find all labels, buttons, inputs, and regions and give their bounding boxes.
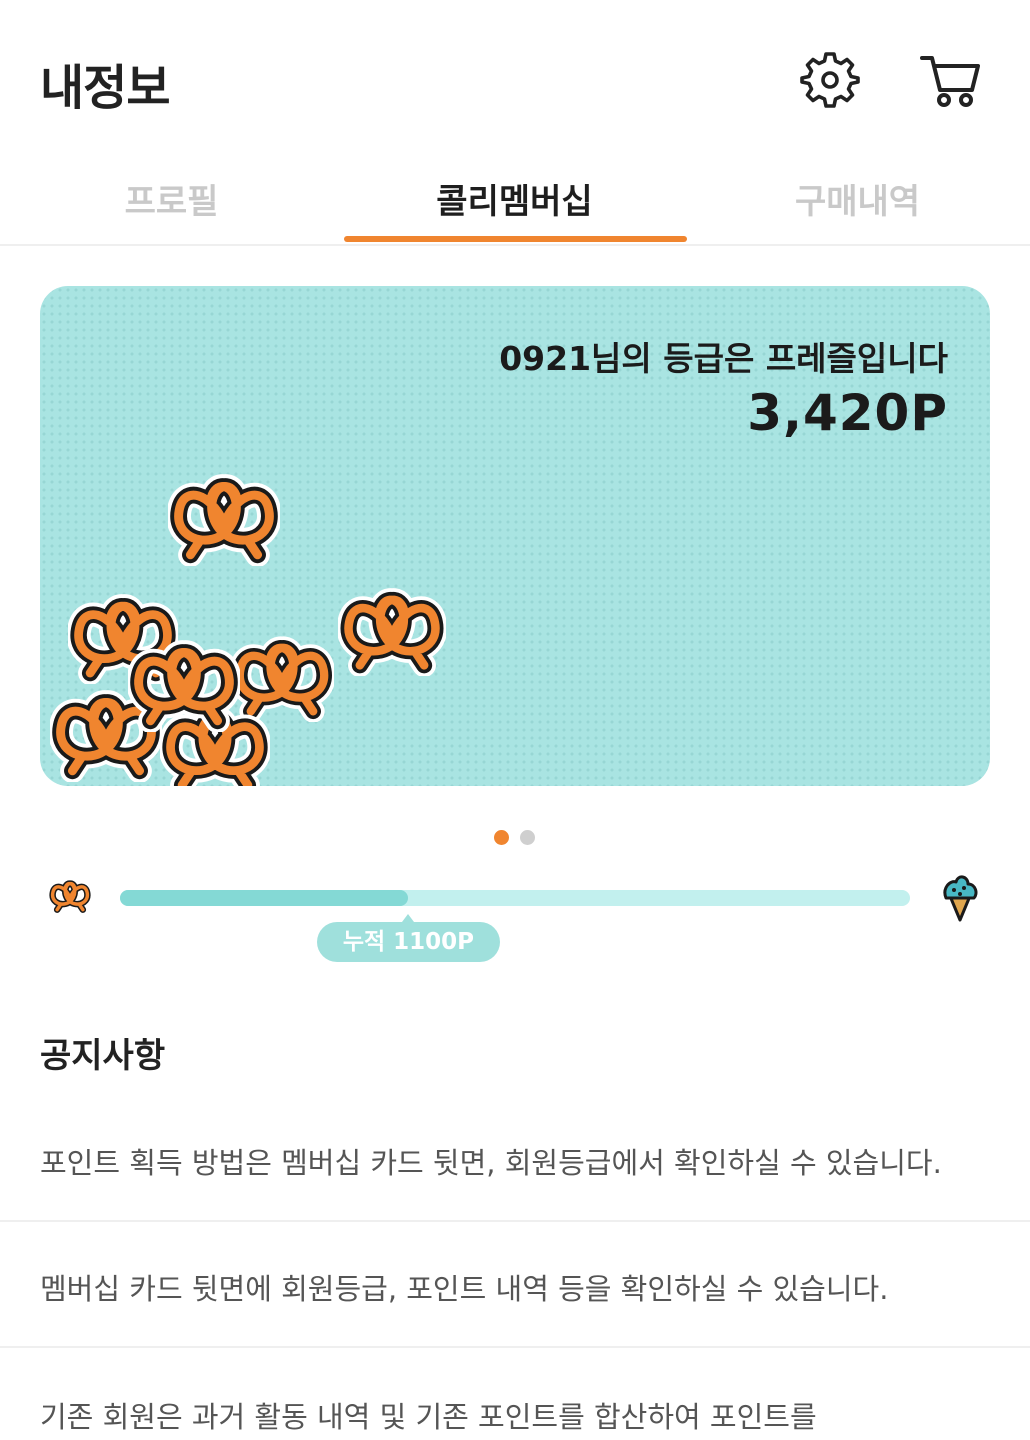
membership-card[interactable]: 0921님의 등급은 프레즐입니다 3,420P <box>40 286 990 786</box>
notice-text: 포인트 획득 방법은 멤버십 카드 뒷면, 회원등급에서 확인하실 수 있습니다… <box>40 1146 942 1180</box>
progress-fill <box>120 890 409 906</box>
notice-item[interactable]: 멤버십 카드 뒷면에 회원등급, 포인트 내역 등을 확인하실 수 있습니다. <box>0 1222 1030 1348</box>
tab-purchase-history[interactable]: 구매내역 <box>686 170 1029 244</box>
notice-text: 기존 회원은 과거 활동 내역 및 기존 포인트를 합산하여 포인트를 <box>40 1400 817 1434</box>
notice-section-title: 공지사항 <box>40 1036 166 1076</box>
active-tab-indicator <box>344 236 687 242</box>
tab-membership[interactable]: 콜리멤버십 <box>343 170 686 244</box>
notice-text: 멤버십 카드 뒷면에 회원등급, 포인트 내역 등을 확인하실 수 있습니다. <box>40 1272 889 1306</box>
tab-profile[interactable]: 프로필 <box>0 170 343 244</box>
pretzel-icon <box>128 638 240 732</box>
level-progress: 누적 1100P <box>0 868 1030 968</box>
accumulated-points-badge: 누적 1100P <box>316 914 501 962</box>
notice-item[interactable]: 포인트 획득 방법은 멤버십 카드 뒷면, 회원등급에서 확인하실 수 있습니다… <box>0 1110 1030 1222</box>
ice-cream-icon <box>943 875 978 922</box>
points-balance: 3,420P <box>747 384 948 442</box>
pretzel-icon <box>48 878 92 914</box>
progress-track <box>120 890 910 906</box>
pretzel-icon <box>168 472 280 566</box>
notice-item[interactable]: 기존 회원은 과거 활동 내역 및 기존 포인트를 합산하여 포인트를 <box>0 1348 1030 1440</box>
carousel-dot-active[interactable] <box>494 830 509 845</box>
membership-grade-text: 0921님의 등급은 프레즐입니다 <box>499 339 948 378</box>
gear-icon <box>800 52 860 108</box>
settings-button[interactable] <box>794 44 866 116</box>
carousel-dot[interactable] <box>520 830 535 845</box>
cart-button[interactable] <box>914 44 986 116</box>
page-title: 내정보 <box>40 60 170 116</box>
tab-bar: 프로필 콜리멤버십 구매내역 <box>0 170 1030 246</box>
cart-icon <box>920 56 980 107</box>
pretzel-icon <box>338 586 446 676</box>
app-header: 내정보 <box>0 0 1030 160</box>
